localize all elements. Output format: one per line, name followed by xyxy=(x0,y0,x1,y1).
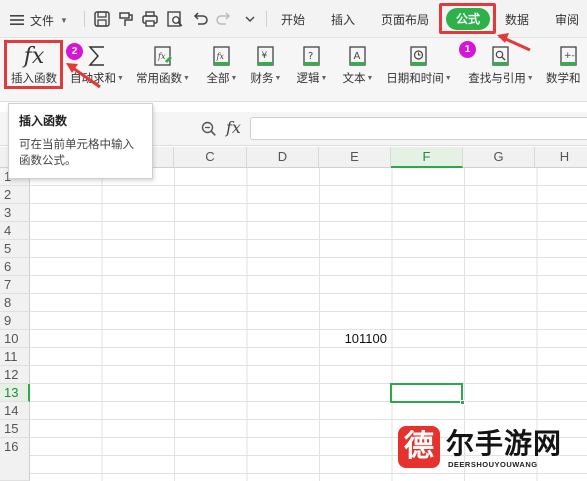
sigma-icon xyxy=(88,46,104,66)
all-functions-icon: fx xyxy=(213,46,230,66)
step-badge-2: 2 xyxy=(66,43,83,60)
tooltip-title: 插入函数 xyxy=(19,114,68,128)
fill-handle[interactable] xyxy=(460,400,465,405)
date-time-button[interactable]: 日期和时间▼ xyxy=(386,40,452,98)
finance-icon: ¥ xyxy=(257,46,274,66)
watermark-subtext: DEERSHOUYOUWANG xyxy=(448,460,538,469)
chevron-down-icon: ▼ xyxy=(444,75,452,82)
column-header-g[interactable]: G xyxy=(463,147,535,168)
common-functions-label: 常用函数 xyxy=(136,73,183,86)
svg-text:¥: ¥ xyxy=(262,51,268,61)
finance-label: 财务 xyxy=(250,73,274,86)
file-menu-label: 文件 xyxy=(30,13,55,28)
tooltip-body: 可在当前单元格中输入函数公式。 xyxy=(19,139,134,167)
chevron-down-icon: ▼ xyxy=(320,75,328,82)
column-header-f[interactable]: F xyxy=(391,147,463,168)
tab-page-layout[interactable]: 页面布局 xyxy=(381,11,429,29)
lookup-reference-label: 查找与引用 xyxy=(468,73,526,86)
row-header[interactable]: 7 xyxy=(0,276,30,294)
watermark: 德 尔手游网 DEERSHOUYOUWANG xyxy=(388,420,583,478)
column-header-c[interactable]: C xyxy=(174,147,247,168)
print-icon[interactable] xyxy=(140,9,160,29)
svg-text:A: A xyxy=(354,51,361,62)
row-header[interactable]: 10 xyxy=(0,330,30,348)
svg-text:fx: fx xyxy=(157,52,166,61)
math-trig-button[interactable]: +- 数学和 xyxy=(546,40,587,98)
formula-tab-highlight xyxy=(439,3,496,34)
all-functions-label: 全部 xyxy=(206,73,230,86)
date-time-icon xyxy=(410,46,427,66)
row-header[interactable]: 12 xyxy=(0,366,30,384)
row-header[interactable]: 16 xyxy=(0,438,30,481)
svg-text:+-: +- xyxy=(564,51,575,61)
save-icon[interactable] xyxy=(92,9,112,29)
print-preview-icon[interactable] xyxy=(165,9,185,29)
menu-bar: 文件 ▼ 开始 插入 页面布局 公式 数据 审阅 xyxy=(0,0,587,38)
row-header[interactable]: 15 xyxy=(0,420,30,438)
insert-function-tooltip: 插入函数 可在当前单元格中输入函数公式。 xyxy=(8,103,153,179)
common-functions-button[interactable]: fx 常用函数▼ xyxy=(136,40,190,98)
cell-e10-value[interactable]: 101100 xyxy=(318,330,390,348)
tab-insert[interactable]: 插入 xyxy=(331,11,355,29)
text-function-icon: A xyxy=(349,46,366,66)
redo-icon[interactable] xyxy=(214,9,234,29)
finance-button[interactable]: ¥ 财务▼ xyxy=(248,40,284,98)
text-functions-label: 文本 xyxy=(342,73,366,86)
format-painter-icon[interactable] xyxy=(116,9,136,29)
ribbon: fx 插入函数 自动求和▼ fx 常用函数▼ fx 全部▼ ¥ 财务▼ ? 逻辑… xyxy=(0,38,587,102)
lookup-reference-button[interactable]: 查找与引用▼ xyxy=(466,40,536,98)
logic-button[interactable]: ? 逻辑▼ xyxy=(294,40,330,98)
tab-data[interactable]: 数据 xyxy=(505,11,529,29)
text-functions-button[interactable]: A 文本▼ xyxy=(340,40,376,98)
chevron-down-icon: ▼ xyxy=(230,75,238,82)
row-header[interactable]: 3 xyxy=(0,204,30,222)
svg-text:fx: fx xyxy=(216,52,225,61)
row-header[interactable]: 9 xyxy=(0,312,30,330)
file-menu[interactable]: 文件 ▼ xyxy=(10,10,68,30)
watermark-text: 尔手游网 xyxy=(446,427,563,460)
logic-label: 逻辑 xyxy=(296,73,320,86)
chevron-down-icon: ▼ xyxy=(117,75,124,82)
watermark-logo: 德 xyxy=(398,426,440,468)
chevron-down-icon: ▼ xyxy=(183,75,190,82)
undo-icon[interactable] xyxy=(190,9,210,29)
insert-function-highlight xyxy=(4,40,63,89)
chevron-down-icon: ▼ xyxy=(60,15,68,25)
row-header[interactable]: 14 xyxy=(0,402,30,420)
math-trig-label: 数学和 xyxy=(546,73,581,85)
divider xyxy=(84,11,85,27)
chevron-down-icon: ▼ xyxy=(274,75,282,82)
lookup-icon xyxy=(492,46,509,66)
formula-input[interactable] xyxy=(250,117,587,140)
row-header[interactable]: 4 xyxy=(0,222,30,240)
step-badge-1: 1 xyxy=(459,41,476,58)
divider xyxy=(266,11,267,27)
autosum-label: 自动求和 xyxy=(70,73,117,86)
row-header[interactable]: 5 xyxy=(0,240,30,258)
tab-review[interactable]: 审阅 xyxy=(555,11,579,29)
all-functions-button[interactable]: fx 全部▼ xyxy=(204,40,240,98)
chevron-down-icon: ▼ xyxy=(366,75,374,82)
row-header[interactable]: 2 xyxy=(0,186,30,204)
common-functions-icon: fx xyxy=(154,46,172,66)
row-header[interactable]: 6 xyxy=(0,258,30,276)
chevron-down-icon: ▼ xyxy=(526,75,534,82)
selected-cell-f13[interactable] xyxy=(390,383,465,405)
column-header-e[interactable]: E xyxy=(319,147,391,168)
formula-fx-icon[interactable]: fx xyxy=(226,118,241,137)
hamburger-icon xyxy=(10,15,24,25)
row-header-selected[interactable]: 13 xyxy=(0,384,30,402)
tab-home[interactable]: 开始 xyxy=(281,11,305,29)
row-header[interactable]: 11 xyxy=(0,348,30,366)
math-icon: +- xyxy=(560,46,577,66)
column-header-h[interactable]: H xyxy=(535,147,587,168)
row-header[interactable]: 8 xyxy=(0,294,30,312)
date-time-label: 日期和时间 xyxy=(386,73,444,86)
column-header-d[interactable]: D xyxy=(247,147,319,168)
zoom-icon[interactable] xyxy=(200,120,218,138)
logic-icon: ? xyxy=(303,46,320,66)
more-icon[interactable] xyxy=(240,9,260,29)
svg-text:?: ? xyxy=(308,51,313,62)
